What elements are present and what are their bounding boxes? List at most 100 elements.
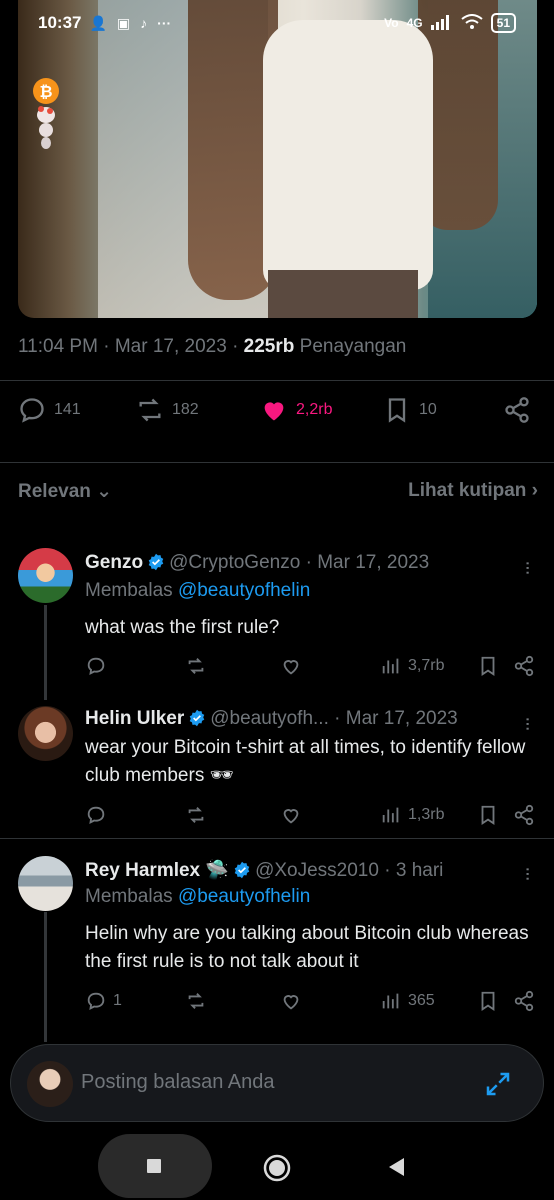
reply-icon <box>20 398 44 423</box>
more-options-icon[interactable]: ··· <box>517 560 539 574</box>
status-time: 10:37 <box>38 13 82 32</box>
relevance-dropdown[interactable]: Relevan ⌄ <box>18 480 112 503</box>
ufo-emoji: 🛸 <box>205 860 230 881</box>
retweet-icon <box>188 807 204 823</box>
reply-composer[interactable]: Posting balasan Anda <box>10 1044 544 1122</box>
reply-icon <box>87 992 105 1010</box>
retweet-icon <box>139 398 161 422</box>
reply-button[interactable] <box>85 655 113 677</box>
quotes-link[interactable]: Lihat kutipan › <box>408 480 538 503</box>
share-button[interactable] <box>513 655 535 677</box>
views-button[interactable]: 3,7rb <box>380 655 444 677</box>
views-button[interactable]: 365 <box>380 990 435 1012</box>
message-icon: ▣ <box>116 14 131 31</box>
share-icon <box>514 990 534 1012</box>
reply-button[interactable] <box>85 804 113 826</box>
like-button[interactable]: 2,2rb <box>260 396 332 424</box>
bookmark-button[interactable]: 10 <box>383 396 437 424</box>
volte-icon: Vo <box>384 16 399 30</box>
retweet-button[interactable] <box>185 990 207 1012</box>
reply-views: 3,7rb <box>408 657 445 674</box>
reply-text: Helin why are you talking about Bitcoin … <box>85 923 529 972</box>
replying-to: Membalas @beautyofhelin <box>85 886 311 907</box>
replying-to-link[interactable]: @beautyofhelin <box>178 580 310 601</box>
square-icon <box>147 1159 161 1173</box>
home-button[interactable] <box>263 1154 291 1182</box>
like-button[interactable] <box>280 804 302 826</box>
reply-text: wear your Bitcoin t-shirt at all times, … <box>85 737 526 786</box>
retweet-button[interactable] <box>185 655 207 677</box>
share-button[interactable] <box>513 990 535 1012</box>
more-notifications-icon: ··· <box>157 15 172 31</box>
back-button[interactable] <box>386 1156 406 1178</box>
bookmark-button[interactable] <box>477 655 499 677</box>
replying-to-link[interactable]: @beautyofhelin <box>178 886 310 907</box>
chevron-right-icon: › <box>531 480 538 501</box>
more-options-icon[interactable]: ··· <box>517 866 539 880</box>
signal-icon <box>430 14 453 33</box>
reply-author-name[interactable]: Genzo <box>85 552 143 573</box>
bookmark-button[interactable] <box>477 804 499 826</box>
reply-button[interactable]: 141 <box>18 396 81 424</box>
sort-row: Relevan ⌄ Lihat kutipan › <box>18 480 538 503</box>
like-button[interactable] <box>280 990 302 1012</box>
reply-count: 1 <box>113 992 122 1009</box>
share-button[interactable] <box>513 804 535 826</box>
avatar <box>27 1061 73 1107</box>
svg-text:₿: ₿ <box>39 82 52 101</box>
expand-icon[interactable] <box>483 1069 513 1099</box>
heart-filled-icon <box>264 402 284 421</box>
heart-icon <box>283 809 299 824</box>
reply-handle[interactable]: @beautyofh... <box>210 708 329 729</box>
reply-author-name[interactable]: Helin Ulker <box>85 708 184 729</box>
reply-header: Genzo @CryptoGenzo · Mar 17, 2023 <box>85 552 430 573</box>
analytics-icon <box>382 807 399 823</box>
reply-views: 1,3rb <box>408 806 445 823</box>
reply-input[interactable]: Posting balasan Anda <box>81 1071 275 1094</box>
retweet-count: 182 <box>172 401 199 418</box>
avatar[interactable] <box>18 548 73 603</box>
avatar[interactable] <box>18 706 73 761</box>
bookmark-icon <box>481 656 495 676</box>
reply-button[interactable]: 1 <box>85 990 122 1012</box>
share-button[interactable] <box>503 396 531 424</box>
more-options-icon[interactable]: ··· <box>517 716 539 730</box>
status-bar: 10:37 👤 ▣ ♪ ··· Vo 4G 51 <box>0 0 554 46</box>
tweet-photo[interactable] <box>18 0 537 318</box>
reply-handle[interactable]: @XoJess2010 <box>255 860 379 881</box>
retweet-icon <box>188 658 204 674</box>
bookmark-count: 10 <box>419 401 437 418</box>
system-nav-bar <box>0 1130 554 1200</box>
share-icon <box>514 655 534 677</box>
reply-author-name[interactable]: Rey Harmlex <box>85 860 200 881</box>
tweet-date: Mar 17, 2023 <box>114 336 227 357</box>
divider <box>0 838 554 839</box>
verified-badge-icon <box>148 553 164 571</box>
reply-handle[interactable]: @CryptoGenzo <box>169 552 300 573</box>
replying-to: Membalas @beautyofhelin <box>85 580 311 601</box>
network-type: 4G <box>406 16 423 30</box>
reply-icon <box>87 657 105 675</box>
heart-icon <box>283 660 299 675</box>
views-button[interactable]: 1,3rb <box>380 804 444 826</box>
retweet-button[interactable]: 182 <box>136 396 199 424</box>
divider <box>0 380 554 381</box>
reply-count: 141 <box>54 401 81 418</box>
bookmark-button[interactable] <box>477 990 499 1012</box>
tweet-actions: 141 182 2,2rb 10 <box>18 396 538 436</box>
share-icon <box>505 397 529 423</box>
person-add-icon: 👤 <box>89 14 107 31</box>
analytics-icon <box>382 993 399 1009</box>
avatar[interactable] <box>18 856 73 911</box>
like-button[interactable] <box>280 655 302 677</box>
reply-header: Helin Ulker @beautyofh... · Mar 17, 2023 <box>85 708 458 729</box>
reply-date: 3 hari <box>395 860 444 881</box>
reply-header: Rey Harmlex 🛸 @XoJess2010 · 3 hari <box>85 860 444 881</box>
reply-actions: 1 365 <box>85 990 540 1018</box>
recents-button[interactable] <box>98 1134 212 1198</box>
heart-icon <box>283 995 299 1010</box>
analytics-icon <box>382 658 399 674</box>
retweet-button[interactable] <box>185 804 207 826</box>
retweet-icon <box>188 993 204 1009</box>
bitcoin-rocket-icon: ₿ <box>30 75 62 155</box>
